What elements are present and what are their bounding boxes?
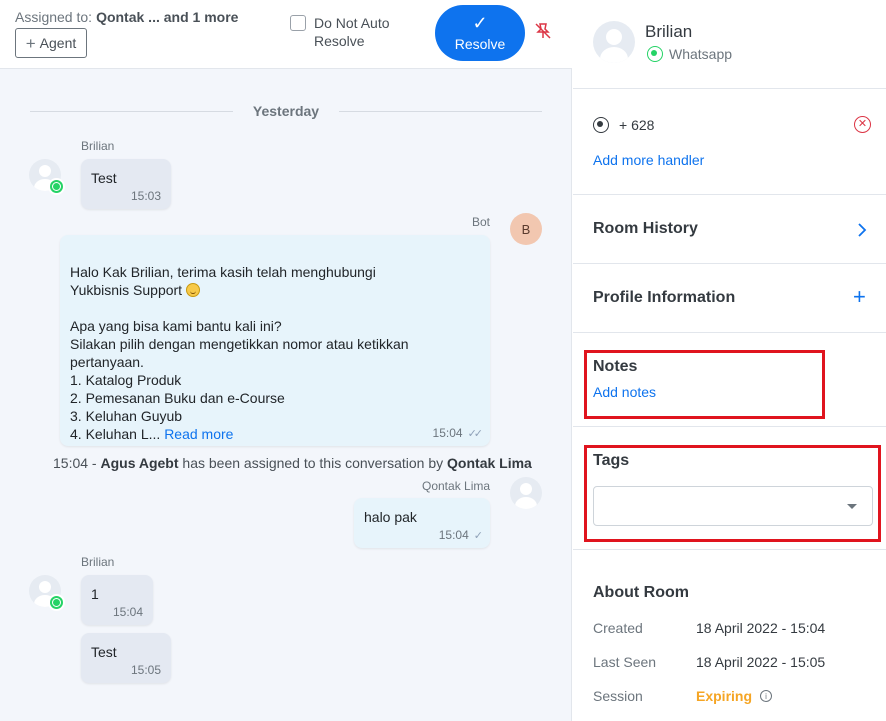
plus-icon: + — [25, 33, 36, 53]
system-message-time: 15:04 - — [53, 455, 97, 471]
contact-channel-label: Whatsapp — [669, 46, 733, 62]
chevron-right-icon[interactable] — [857, 222, 867, 238]
message-text-body: Apa yang bisa kami bantu kali ini? Silak… — [70, 318, 409, 442]
message-bubble[interactable]: halo pak 15:04 ✓ — [354, 498, 490, 548]
resolve-button[interactable]: ✓ Resolve — [435, 5, 525, 61]
contact-name: Brilian — [645, 22, 693, 41]
message-text: Halo Kak Brilian, terima kasih telah men… — [70, 245, 409, 443]
session-status: Expiring i — [696, 688, 773, 704]
whatsapp-icon — [593, 117, 609, 133]
unassign-pin-icon[interactable] — [533, 21, 553, 41]
check-icon: ✓ — [472, 13, 488, 33]
add-more-handler-link[interactable]: Add more handler — [593, 152, 704, 168]
whatsapp-icon — [48, 594, 65, 611]
message-time: 15:04 — [432, 426, 463, 440]
message-time: 15:05 — [130, 663, 161, 677]
session-label: Session — [593, 688, 643, 704]
session-value: Expiring — [696, 688, 753, 704]
last-seen-value: 18 April 2022 - 15:05 — [696, 654, 826, 670]
message-sender: Brilian — [81, 139, 115, 153]
message-text: Test — [91, 170, 117, 186]
contact-avatar — [593, 21, 635, 63]
check-icon: ✓ — [473, 529, 483, 542]
notes-highlight-box — [584, 350, 825, 419]
system-message-text: has been assigned to this conversation b… — [182, 455, 444, 471]
message-sender: Brilian — [81, 555, 115, 569]
whatsapp-icon — [647, 46, 663, 62]
message-text: halo pak — [364, 509, 417, 525]
agent-avatar — [510, 477, 542, 509]
read-more-link[interactable]: Read more — [164, 426, 233, 442]
contact-section: Brilian Whatsapp — [573, 0, 886, 89]
message-text: 1 — [91, 586, 99, 602]
message-bubble[interactable]: 1 15:04 — [81, 575, 153, 625]
add-agent-label: Agent — [39, 35, 77, 51]
room-details-panel: Brilian Whatsapp + 628 ✕ Add more handle… — [573, 0, 886, 721]
room-history-row[interactable]: Room History — [573, 195, 886, 264]
message-sender: Qontak Lima — [422, 479, 491, 493]
system-message: 15:04 - Agus Agebt has been assigned to … — [53, 455, 532, 471]
room-history-label: Room History — [593, 220, 698, 237]
remove-handler-icon[interactable]: ✕ — [854, 116, 871, 133]
do-not-auto-resolve-label: Do Not Auto Resolve — [314, 15, 390, 49]
handler-section — [573, 89, 886, 195]
profile-information-label: Profile Information — [593, 289, 736, 306]
assigned-to: Assigned to: Qontak ... and 1 more — [15, 9, 238, 25]
do-not-auto-resolve-checkbox[interactable] — [290, 15, 306, 31]
bot-avatar: B — [510, 213, 542, 245]
tags-highlight-box — [584, 445, 881, 542]
add-agent-button[interactable]: + Agent — [15, 28, 87, 58]
message-time: 15:04 — [438, 528, 469, 542]
system-message-agent: Agus Agebt — [100, 455, 179, 471]
message-bubble[interactable]: Halo Kak Brilian, terima kasih telah men… — [60, 235, 490, 446]
info-icon[interactable]: i — [760, 690, 773, 702]
handler-phone: + 628 — [593, 117, 654, 133]
double-check-icon: ✓✓ — [467, 427, 484, 440]
message-sender: Bot — [472, 215, 491, 229]
do-not-auto-resolve[interactable]: Do Not Auto Resolve — [290, 14, 404, 50]
assigned-agents[interactable]: Qontak ... and 1 more — [96, 9, 238, 25]
handler-phone-number: + 628 — [619, 117, 655, 133]
message-text-line: Halo Kak Brilian, terima kasih telah men… — [70, 264, 376, 280]
system-message-by: Qontak Lima — [447, 455, 532, 471]
created-label: Created — [593, 620, 643, 636]
profile-information-row[interactable]: Profile Information + — [573, 264, 886, 333]
assigned-label: Assigned to: — [15, 9, 93, 25]
message-text-line: Yukbisnis Support — [70, 282, 183, 298]
message-bubble[interactable]: Test 15:03 — [81, 159, 171, 209]
created-value: 18 April 2022 - 15:04 — [696, 620, 826, 636]
about-room-title: About Room — [593, 584, 689, 601]
day-separator: Yesterday — [30, 103, 543, 119]
conversation-pane: Assigned to: Qontak ... and 1 more + Agen… — [0, 0, 572, 721]
message-time: 15:03 — [130, 189, 161, 203]
resolve-label: Resolve — [454, 36, 506, 52]
message-text: Test — [91, 644, 117, 660]
last-seen-label: Last Seen — [593, 654, 657, 670]
day-separator-label: Yesterday — [252, 103, 320, 119]
plus-icon[interactable]: + — [853, 286, 866, 308]
message-bubble[interactable]: Test 15:05 — [81, 633, 171, 683]
conversation-header: Assigned to: Qontak ... and 1 more + Agen… — [0, 0, 572, 69]
message-time: 15:04 — [112, 605, 143, 619]
whatsapp-icon — [48, 178, 65, 195]
smile-emoji-icon — [185, 283, 200, 297]
contact-channel: Whatsapp — [647, 46, 732, 62]
